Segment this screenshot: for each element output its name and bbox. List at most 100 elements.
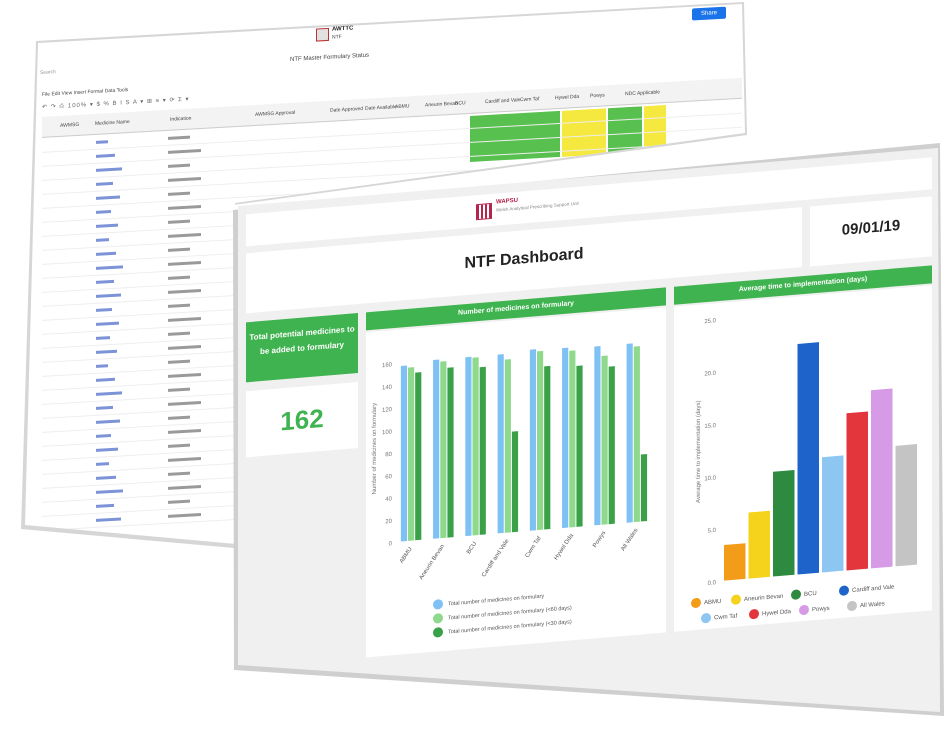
legend-swatch bbox=[433, 599, 443, 610]
legend-label: Total number of medicines on formulary (… bbox=[448, 605, 572, 621]
menu-bar[interactable]: File Edit View Insert Format Data Tools bbox=[42, 87, 128, 98]
row-text-placeholder bbox=[168, 288, 201, 294]
logo-text: WAPSU bbox=[496, 197, 519, 206]
row-link-placeholder[interactable] bbox=[96, 475, 116, 480]
search-input[interactable]: Search bbox=[40, 69, 56, 76]
row-text-placeholder bbox=[168, 232, 201, 238]
row-link-placeholder[interactable] bbox=[96, 251, 116, 256]
y-tick-label: 10.0 bbox=[704, 475, 716, 482]
bar-abmu-2 bbox=[415, 372, 422, 541]
column-header[interactable]: AWMSG bbox=[60, 122, 79, 129]
bar-cardiff-and-vale-0 bbox=[497, 354, 504, 534]
bar-cardiff-and-vale-2 bbox=[511, 431, 519, 533]
row-link-placeholder[interactable] bbox=[96, 391, 122, 396]
row-text-placeholder bbox=[168, 176, 201, 182]
row-link-placeholder[interactable] bbox=[96, 349, 117, 354]
row-link-placeholder[interactable] bbox=[96, 405, 113, 410]
row-text-placeholder bbox=[168, 260, 201, 266]
legend-label: BCU bbox=[804, 591, 817, 598]
row-text-placeholder bbox=[168, 499, 190, 504]
row-link-placeholder[interactable] bbox=[96, 167, 122, 172]
column-header[interactable]: ABMU bbox=[395, 103, 409, 110]
legend-swatch bbox=[791, 589, 801, 600]
kpi-header: Total potential medicines to be added to… bbox=[246, 313, 358, 383]
bar-all-wales-2 bbox=[640, 453, 648, 522]
row-link-placeholder[interactable] bbox=[96, 503, 114, 508]
row-link-placeholder[interactable] bbox=[96, 364, 108, 368]
row-link-placeholder[interactable] bbox=[96, 462, 109, 466]
row-text-placeholder bbox=[168, 247, 190, 252]
legend-label: ABMU bbox=[704, 599, 721, 606]
column-header[interactable]: Indication bbox=[170, 116, 191, 123]
bar-powys-1 bbox=[601, 355, 608, 525]
x-tick-label: Aneurin Bevan bbox=[419, 544, 446, 581]
bar-powys-0 bbox=[594, 346, 601, 526]
column-header[interactable]: Powys bbox=[590, 92, 605, 99]
row-link-placeholder[interactable] bbox=[96, 336, 110, 340]
row-text-placeholder bbox=[168, 303, 190, 308]
row-link-placeholder[interactable] bbox=[96, 195, 120, 200]
app-subtitle: NTF bbox=[332, 34, 342, 41]
row-text-placeholder bbox=[168, 512, 201, 518]
implementation-bar-chart: 0.0 5.0 10.0 15.0 20.0 25.0 Average time to im… bbox=[691, 318, 917, 624]
doc-title[interactable]: NTF Master Formulary Status bbox=[290, 53, 369, 63]
row-link-placeholder[interactable] bbox=[96, 223, 118, 228]
bar-cwm-taf bbox=[822, 455, 844, 573]
row-link-placeholder[interactable] bbox=[96, 434, 111, 438]
y-tick-label: 20 bbox=[385, 519, 392, 526]
row-link-placeholder[interactable] bbox=[96, 210, 111, 214]
bar-bcu-2 bbox=[479, 366, 486, 535]
y-tick-label: 140 bbox=[382, 385, 393, 392]
y-tick-label: 0.0 bbox=[708, 580, 717, 587]
legend-label: Aneurin Bevan bbox=[744, 594, 783, 603]
row-link-placeholder[interactable] bbox=[96, 377, 115, 382]
row-link-placeholder[interactable] bbox=[96, 517, 121, 522]
row-link-placeholder[interactable] bbox=[96, 489, 123, 494]
row-text-placeholder bbox=[168, 428, 201, 434]
legend-swatch bbox=[799, 604, 809, 615]
bar-cwm-taf-0 bbox=[529, 349, 537, 531]
date-panel: 09/01/19 bbox=[810, 196, 932, 267]
row-link-placeholder[interactable] bbox=[96, 181, 113, 186]
bar-aneurin-bevan-1 bbox=[440, 361, 447, 539]
kpi-value: 162 bbox=[280, 402, 324, 437]
row-link-placeholder[interactable] bbox=[96, 419, 120, 424]
row-text-placeholder bbox=[168, 387, 190, 392]
bar-bcu-0 bbox=[465, 356, 472, 537]
row-link-placeholder[interactable] bbox=[96, 265, 123, 270]
row-link-placeholder[interactable] bbox=[96, 321, 119, 326]
row-text-placeholder bbox=[168, 443, 190, 448]
bar-hywel-dda-1 bbox=[569, 350, 576, 528]
row-link-placeholder[interactable] bbox=[96, 153, 115, 158]
bar-powys-2 bbox=[608, 366, 615, 525]
y-tick-label: 120 bbox=[382, 407, 393, 414]
row-text-placeholder bbox=[168, 471, 190, 476]
row-text-placeholder bbox=[168, 456, 201, 462]
kpi-label: Total potential medicines to be added to… bbox=[249, 324, 355, 357]
row-link-placeholder[interactable] bbox=[96, 238, 109, 242]
bar-aneurin-bevan-0 bbox=[433, 359, 440, 539]
bar-cardiff-and-vale-1 bbox=[504, 359, 511, 533]
y-tick-label: 5.0 bbox=[708, 528, 717, 535]
column-header[interactable]: Cwm Taf bbox=[520, 96, 539, 103]
legend-swatch bbox=[749, 609, 759, 620]
row-text-placeholder bbox=[168, 484, 201, 490]
date-text: 09/01/19 bbox=[841, 216, 901, 239]
column-header[interactable]: BCU bbox=[455, 100, 466, 107]
bar-hywel-dda bbox=[846, 411, 868, 571]
logo-icon bbox=[476, 202, 492, 221]
y-axis-label: Number of medicines on formulary bbox=[372, 403, 378, 495]
share-button[interactable]: Share bbox=[692, 6, 726, 21]
row-link-placeholder[interactable] bbox=[96, 279, 114, 284]
row-link-placeholder[interactable] bbox=[96, 140, 108, 144]
legend-swatch bbox=[731, 594, 741, 605]
bar-all-wales-1 bbox=[633, 346, 640, 523]
x-tick-label: All Wales bbox=[620, 528, 639, 552]
row-link-placeholder[interactable] bbox=[96, 293, 121, 298]
y-tick-label: 160 bbox=[382, 362, 393, 369]
row-link-placeholder[interactable] bbox=[96, 447, 118, 452]
row-link-placeholder[interactable] bbox=[96, 307, 112, 312]
row-text-placeholder bbox=[168, 359, 190, 364]
y-tick-label: 80 bbox=[385, 452, 392, 459]
spreadsheet-rows bbox=[42, 112, 742, 531]
